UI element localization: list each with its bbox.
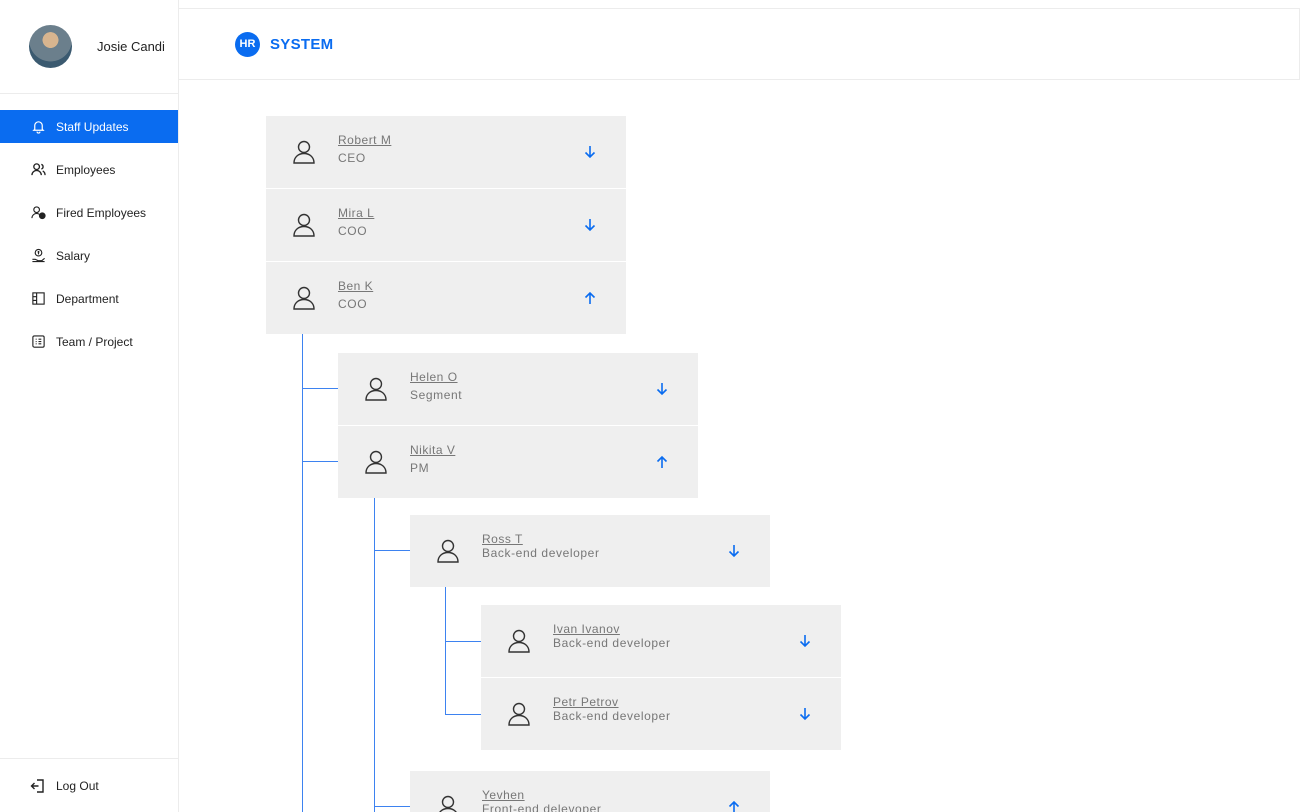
employee-card[interactable]: Ivan Ivanov Back-end developer xyxy=(481,605,841,677)
sidebar-item-label: Team / Project xyxy=(56,334,133,349)
arrow-up-icon[interactable] xyxy=(726,799,742,812)
arrow-up-icon[interactable] xyxy=(654,454,670,470)
employee-card[interactable]: Petr Petrov Back-end developer xyxy=(481,678,841,750)
connector-line xyxy=(445,586,446,715)
arrow-down-icon[interactable] xyxy=(797,706,813,722)
sidebar-nav: Staff Updates Employees Fired Employees … xyxy=(0,94,178,358)
connector-line xyxy=(445,714,481,715)
arrow-down-icon[interactable] xyxy=(797,633,813,649)
avatar[interactable] xyxy=(29,25,72,68)
person-icon xyxy=(434,537,462,565)
employee-card[interactable]: Helen O Segment xyxy=(338,353,698,425)
employee-name-link[interactable]: Nikita V xyxy=(410,443,455,457)
sidebar-item-team-project[interactable]: Team / Project xyxy=(0,325,178,358)
arrow-up-icon[interactable] xyxy=(582,290,598,306)
sidebar-item-label: Employees xyxy=(56,162,116,177)
person-icon xyxy=(290,211,318,239)
logout-button[interactable]: Log Out xyxy=(0,758,178,812)
org-tree: Robert M CEO Mira L COO Ben K COO Helen O Se… xyxy=(0,0,1301,812)
employee-name-link[interactable]: Petr Petrov xyxy=(553,695,671,709)
salary-icon xyxy=(30,248,46,264)
employee-name-link[interactable]: Yevhen xyxy=(482,788,601,802)
employee-role: Front-end delevoper xyxy=(482,802,602,812)
person-icon xyxy=(434,793,462,812)
employee-card[interactable]: Ben K COO xyxy=(266,262,626,334)
sidebar-item-label: Salary xyxy=(56,248,91,263)
hr-logo-badge: HR xyxy=(235,31,260,57)
logout-icon xyxy=(30,778,46,794)
sidebar: Josie Candi Staff Updates Employees Fire… xyxy=(0,0,179,812)
employee-role: COO xyxy=(338,224,368,239)
connector-line xyxy=(374,550,410,551)
sidebar-item-staff-updates[interactable]: Staff Updates xyxy=(0,110,178,143)
employee-role: Back-end developer xyxy=(553,709,671,724)
person-icon xyxy=(290,138,318,166)
employee-name-link[interactable]: Robert M xyxy=(338,133,391,147)
employee-card[interactable]: Mira L COO xyxy=(266,189,626,261)
connector-line xyxy=(445,641,481,642)
building-icon xyxy=(30,291,46,307)
sidebar-item-label: Staff Updates xyxy=(56,119,129,134)
employee-role: Back-end developer xyxy=(482,546,600,561)
connector-line xyxy=(374,806,410,807)
employee-name-link[interactable]: Helen O xyxy=(410,370,462,384)
person-icon xyxy=(505,700,533,728)
person-icon xyxy=(505,627,533,655)
employee-role: PM xyxy=(410,461,430,476)
connector-line xyxy=(302,461,338,462)
sidebar-item-employees[interactable]: Employees xyxy=(0,153,178,186)
employee-role: CEO xyxy=(338,151,366,166)
sidebar-item-label: Department xyxy=(56,291,119,306)
connector-line xyxy=(302,388,338,389)
employee-role: Segment xyxy=(410,388,463,403)
employee-name-link[interactable]: Ross T xyxy=(482,532,600,546)
logout-label: Log Out xyxy=(56,778,99,793)
person-icon xyxy=(362,375,390,403)
sidebar-item-department[interactable]: Department xyxy=(0,282,178,315)
employee-card[interactable]: Yevhen Front-end delevoper xyxy=(410,771,770,812)
sidebar-item-label: Fired Employees xyxy=(56,205,147,220)
user-removed-icon xyxy=(30,205,46,221)
app-title: SYSTEM xyxy=(270,35,334,53)
profile-name: Josie Candi xyxy=(97,39,165,54)
employee-card[interactable]: Nikita V PM xyxy=(338,426,698,498)
sidebar-item-salary[interactable]: Salary xyxy=(0,239,178,272)
list-icon xyxy=(30,334,46,350)
user-profile[interactable]: Josie Candi xyxy=(0,0,178,94)
connector-line xyxy=(374,498,375,812)
app-header: HR SYSTEM xyxy=(179,8,1300,80)
arrow-down-icon[interactable] xyxy=(654,381,670,397)
person-icon xyxy=(362,448,390,476)
person-icon xyxy=(290,284,318,312)
arrow-down-icon[interactable] xyxy=(582,144,598,160)
employee-card[interactable]: Robert M CEO xyxy=(266,116,626,188)
arrow-down-icon[interactable] xyxy=(726,543,742,559)
employee-role: COO xyxy=(338,297,368,312)
arrow-down-icon[interactable] xyxy=(582,217,598,233)
sidebar-item-fired-employees[interactable]: Fired Employees xyxy=(0,196,178,229)
employee-name-link[interactable]: Mira L xyxy=(338,206,374,220)
employee-name-link[interactable]: Ben K xyxy=(338,279,373,293)
connector-line xyxy=(302,333,303,812)
users-icon xyxy=(30,162,46,178)
bell-icon xyxy=(30,119,46,135)
employee-role: Back-end developer xyxy=(553,636,671,651)
employee-card[interactable]: Ross T Back-end developer xyxy=(410,515,770,587)
employee-name-link[interactable]: Ivan Ivanov xyxy=(553,622,671,636)
